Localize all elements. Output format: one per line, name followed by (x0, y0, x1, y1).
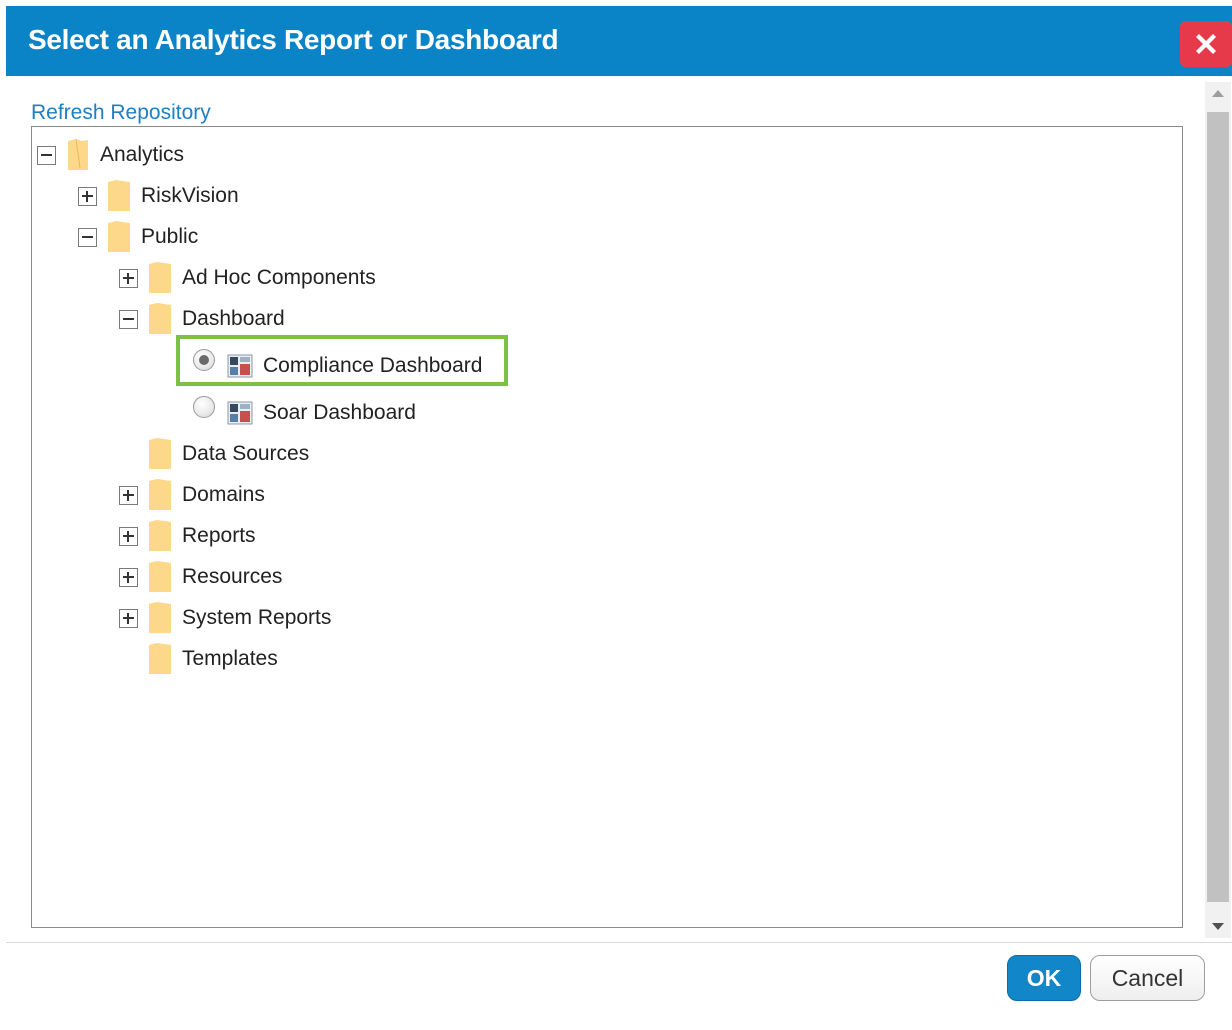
expand-toggle[interactable] (119, 268, 138, 288)
footer-divider (6, 942, 1232, 943)
collapse-toggle[interactable] (119, 309, 138, 329)
ok-button[interactable]: OK (1007, 955, 1081, 1001)
scroll-down-arrow-icon[interactable] (1205, 916, 1231, 938)
tree-label[interactable]: Domains (182, 483, 265, 507)
folder-icon (107, 220, 131, 254)
tree-label[interactable]: RiskVision (141, 184, 239, 208)
scrollbar-thumb[interactable] (1207, 112, 1229, 902)
expand-toggle[interactable] (119, 526, 138, 546)
repository-tree: Analytics RiskVision Public Ad Hoc Compo… (31, 126, 1183, 928)
expand-toggle[interactable] (78, 186, 97, 206)
cancel-button[interactable]: Cancel (1090, 955, 1205, 1001)
radio-soar-dashboard[interactable] (193, 396, 215, 418)
tree-node-dashboard: Dashboard (119, 301, 285, 337)
folder-open-icon (66, 138, 90, 172)
folder-icon (107, 179, 131, 213)
tree-label[interactable]: Analytics (100, 143, 184, 167)
tree-node-system-reports: System Reports (119, 600, 331, 636)
selection-highlight-box (176, 335, 508, 386)
tree-node-soar-dashboard: Soar Dashboard (193, 395, 416, 431)
tree-node-ad-hoc-components: Ad Hoc Components (119, 260, 376, 296)
dialog-title-bar: Select an Analytics Report or Dashboard (6, 6, 1232, 76)
tree-node-resources: Resources (119, 559, 282, 595)
tree-node-templates: Templates (119, 641, 278, 677)
folder-icon (148, 642, 172, 676)
folder-icon (148, 601, 172, 635)
tree-node-analytics: Analytics (37, 137, 184, 173)
tree-label[interactable]: Reports (182, 524, 256, 548)
close-x-icon (1196, 34, 1216, 54)
folder-icon (148, 437, 172, 471)
tree-label[interactable]: System Reports (182, 606, 331, 630)
folder-icon (148, 560, 172, 594)
collapse-toggle[interactable] (78, 227, 97, 247)
folder-icon (148, 478, 172, 512)
tree-label[interactable]: Resources (182, 565, 282, 589)
expand-toggle[interactable] (119, 485, 138, 505)
dashboard-icon (227, 400, 253, 426)
scroll-up-arrow-icon[interactable] (1205, 82, 1231, 104)
tree-label[interactable]: Public (141, 225, 198, 249)
tree-node-reports: Reports (119, 518, 256, 554)
tree-label[interactable]: Dashboard (182, 307, 285, 331)
tree-label[interactable]: Soar Dashboard (263, 401, 416, 425)
tree-label[interactable]: Data Sources (182, 442, 309, 466)
refresh-repository-link[interactable]: Refresh Repository (31, 101, 211, 125)
tree-label[interactable]: Templates (182, 647, 278, 671)
expand-toggle[interactable] (119, 567, 138, 587)
folder-icon (148, 519, 172, 553)
tree-node-public: Public (78, 219, 198, 255)
tree-node-data-sources: Data Sources (119, 436, 309, 472)
expand-toggle[interactable] (119, 608, 138, 628)
tree-node-domains: Domains (119, 477, 265, 513)
folder-icon (148, 261, 172, 295)
vertical-scrollbar[interactable] (1205, 82, 1231, 938)
collapse-toggle[interactable] (37, 145, 56, 165)
dialog-title: Select an Analytics Report or Dashboard (28, 24, 559, 55)
tree-node-riskvision: RiskVision (78, 178, 239, 214)
folder-icon (148, 302, 172, 336)
close-button[interactable] (1180, 21, 1232, 67)
tree-label[interactable]: Ad Hoc Components (182, 266, 376, 290)
select-report-dialog: Select an Analytics Report or Dashboard … (0, 0, 1232, 1030)
